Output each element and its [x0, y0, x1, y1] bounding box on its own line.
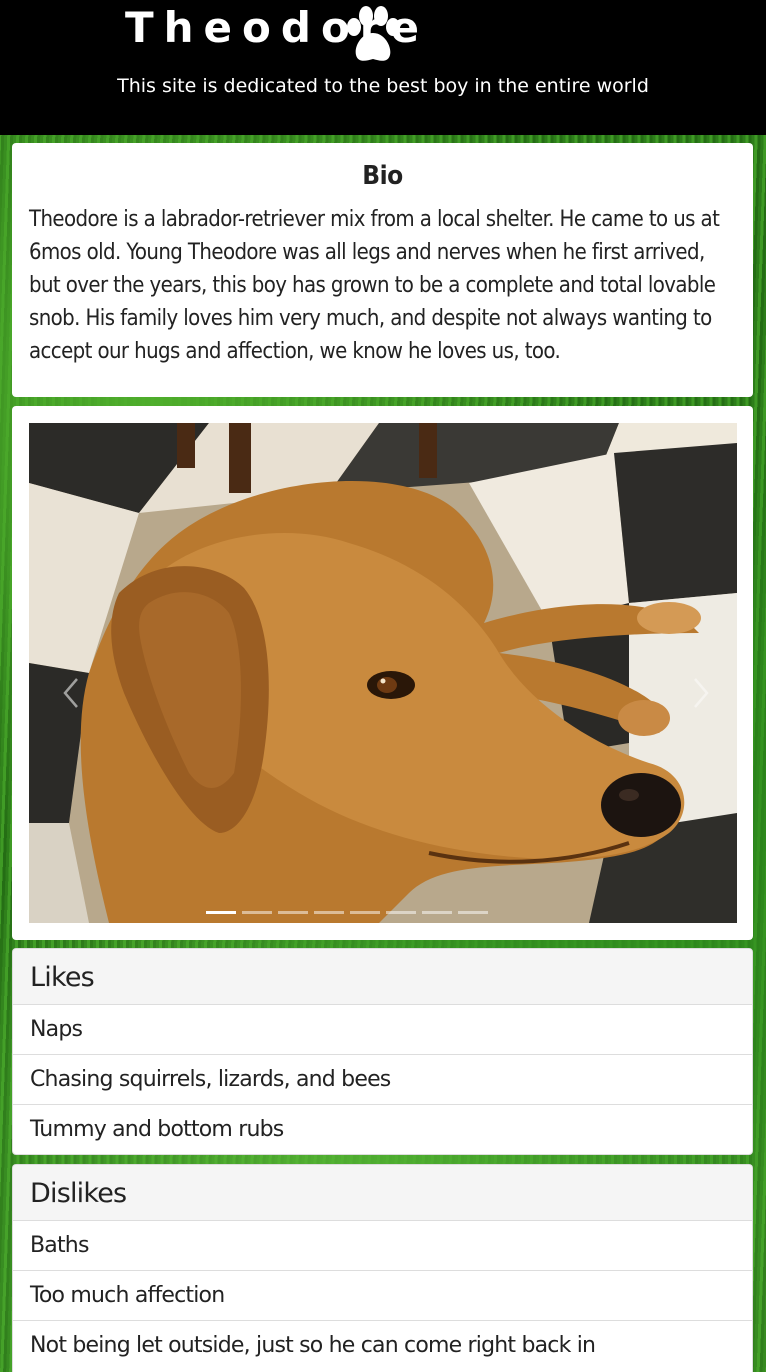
photo-carousel-panel	[12, 406, 753, 940]
dislikes-item: Not being let outside, just so he can co…	[30, 1333, 596, 1358]
carousel-next-icon[interactable]	[685, 673, 715, 713]
carousel-prev-icon[interactable]	[57, 673, 87, 713]
site-header: Theodore This site is dedicated to the b…	[0, 0, 766, 135]
dislikes-panel: Dislikes Baths Too much affection Not be…	[12, 1164, 753, 1372]
dislikes-item: Too much affection	[13, 1271, 752, 1321]
bio-text: Theodore is a labrador-retriever mix fro…	[29, 207, 720, 364]
dog-photo	[29, 423, 737, 923]
bio-heading: Bio	[362, 161, 403, 191]
carousel-indicator[interactable]	[350, 911, 380, 914]
carousel-indicator[interactable]	[422, 911, 452, 914]
carousel-indicator[interactable]	[242, 911, 272, 914]
carousel-indicators	[206, 911, 488, 914]
carousel-indicator[interactable]	[386, 911, 416, 914]
likes-item: Tummy and bottom rubs	[30, 1117, 284, 1142]
carousel-indicator[interactable]	[278, 911, 308, 914]
likes-heading: Likes	[13, 949, 752, 1005]
carousel-indicator[interactable]	[206, 911, 236, 914]
likes-item: Chasing squirrels, lizards, and bees	[13, 1055, 752, 1105]
likes-panel: Likes Naps Chasing squirrels, lizards, a…	[12, 948, 753, 1155]
paw-icon	[347, 6, 400, 61]
likes-item: Naps	[13, 1005, 752, 1055]
dislikes-item: Baths	[13, 1221, 752, 1271]
tagline: This site is dedicated to the best boy i…	[117, 75, 649, 97]
carousel-indicator[interactable]	[458, 911, 488, 914]
bio-panel: Bio Theodore is a labrador-retriever mix…	[12, 143, 753, 397]
carousel-indicator[interactable]	[314, 911, 344, 914]
dislikes-heading: Dislikes	[13, 1165, 752, 1221]
photo-carousel[interactable]	[29, 423, 737, 923]
